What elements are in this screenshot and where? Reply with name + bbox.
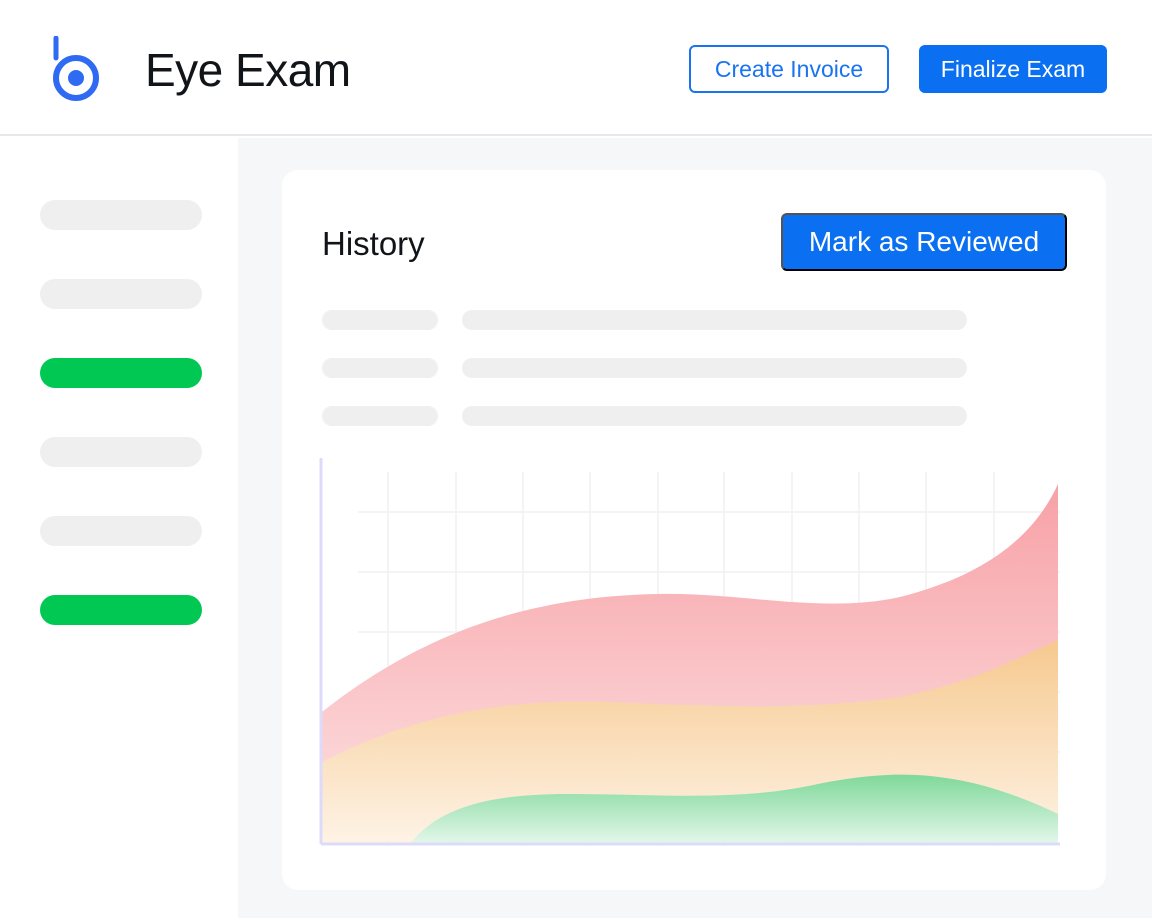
sidebar-item-active[interactable] — [40, 358, 202, 388]
placeholder-value — [462, 358, 967, 378]
placeholder-label — [322, 358, 438, 378]
sidebar-item[interactable] — [40, 200, 202, 230]
sidebar-item[interactable] — [40, 279, 202, 309]
history-card: History Mark as Reviewed — [282, 170, 1106, 890]
main-content: History Mark as Reviewed — [238, 138, 1152, 918]
eye-logo-icon — [53, 36, 99, 101]
history-area-chart — [319, 458, 1060, 846]
mark-as-reviewed-button[interactable]: Mark as Reviewed — [781, 213, 1067, 271]
placeholder-value — [462, 406, 967, 426]
placeholder-label — [322, 310, 438, 330]
sidebar-item-active[interactable] — [40, 595, 202, 625]
sidebar-item[interactable] — [40, 437, 202, 467]
placeholder-value — [462, 310, 967, 330]
sidebar-item[interactable] — [40, 516, 202, 546]
app-window: Eye Exam Create Invoice Finalize Exam Hi… — [0, 0, 1152, 918]
page-title: Eye Exam — [145, 44, 351, 96]
sidebar — [0, 138, 238, 918]
placeholder-label — [322, 406, 438, 426]
card-title: History — [322, 225, 425, 262]
top-header: Eye Exam Create Invoice Finalize Exam — [0, 0, 1152, 136]
finalize-exam-button[interactable]: Finalize Exam — [919, 45, 1107, 93]
create-invoice-button[interactable]: Create Invoice — [689, 45, 889, 93]
